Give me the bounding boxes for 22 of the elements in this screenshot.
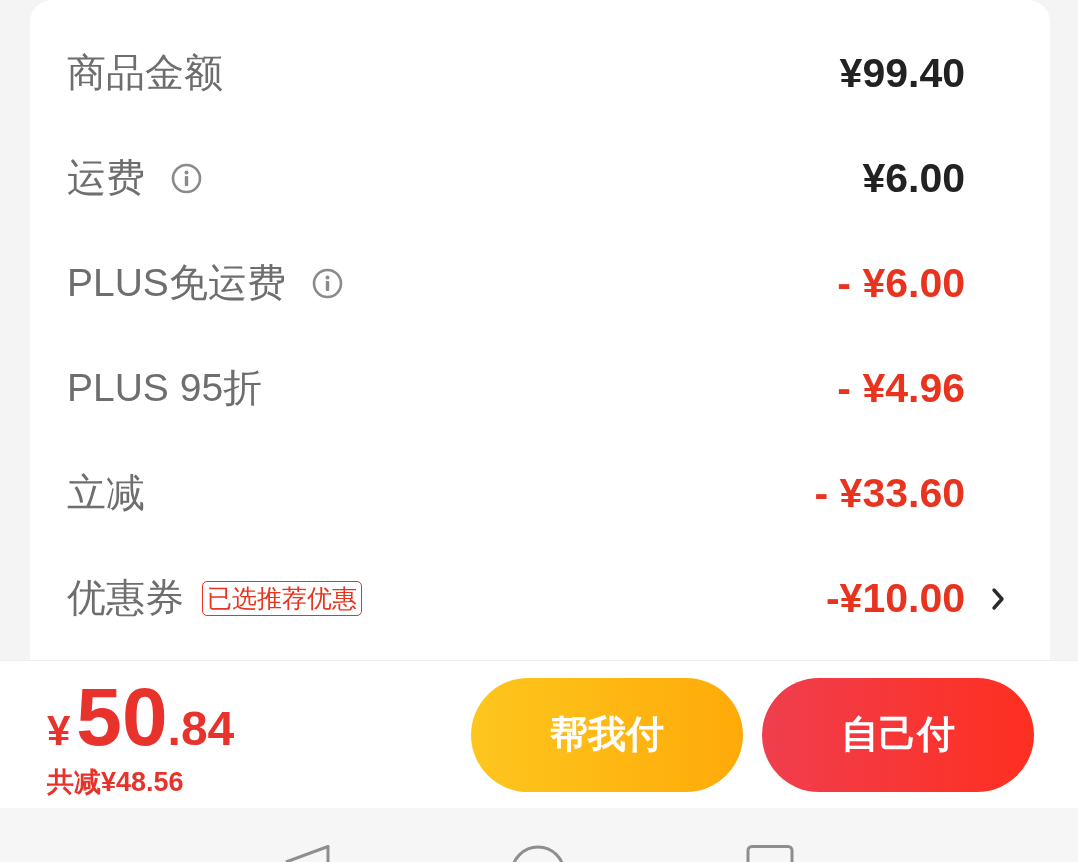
amount-value: ¥6.00: [862, 153, 965, 203]
fee-label: 运费: [67, 155, 145, 202]
fee-label: 优惠券: [67, 575, 184, 622]
recents-icon[interactable]: [746, 845, 794, 862]
back-icon[interactable]: [284, 845, 330, 862]
amount-value: - ¥6.00: [837, 258, 965, 308]
pay-button[interactable]: 自己付: [762, 677, 1034, 792]
home-icon[interactable]: [512, 845, 564, 862]
total-price: ¥50.84: [47, 675, 235, 758]
amount-value: - ¥33.60: [814, 468, 965, 518]
fee-label: PLUS免运费: [67, 260, 286, 307]
info-icon[interactable]: [171, 163, 202, 194]
savings-text: 共减¥48.56: [47, 765, 184, 799]
amount-value: - ¥4.96: [837, 363, 965, 413]
chevron-icon[interactable]: [991, 586, 1005, 611]
amount-value: ¥99.40: [839, 48, 965, 98]
fee-label: PLUS 95折: [67, 365, 263, 412]
amount-value: -¥10.00: [825, 573, 965, 623]
fee-label: 商品金额: [67, 50, 223, 97]
info-icon[interactable]: [311, 268, 343, 299]
fee-label: 立减: [67, 470, 145, 517]
offer-tag: 已选推荐优惠: [202, 580, 362, 617]
